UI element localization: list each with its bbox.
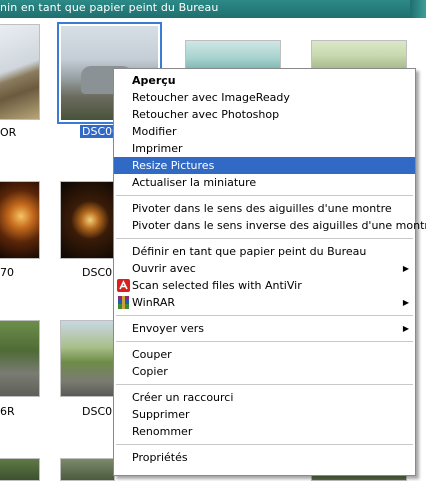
menu-item-proprietes[interactable]: Propriétés — [114, 449, 415, 466]
menu-separator — [116, 315, 413, 316]
submenu-arrow-icon: ▶ — [402, 324, 409, 333]
menu-item-scan-antivir[interactable]: Scan selected files with AntiVir — [114, 277, 415, 294]
taskband: nin en tant que papier peint du Bureau — [0, 0, 426, 18]
menu-separator — [116, 341, 413, 342]
submenu-arrow-icon: ▶ — [402, 264, 409, 273]
menu-item-copier[interactable]: Copier — [114, 363, 415, 380]
menu-item-retoucher-imageready[interactable]: Retoucher avec ImageReady — [114, 89, 415, 106]
menu-item-winrar[interactable]: WinRAR ▶ — [114, 294, 415, 311]
thumbnail-cliff[interactable] — [311, 40, 407, 70]
thumbnail-image — [186, 41, 280, 69]
thumbnail-image — [0, 321, 39, 396]
thumbnail-row4-2[interactable] — [60, 458, 115, 481]
thumbnail-fire[interactable] — [0, 181, 40, 259]
thumbnail-motorbike-left[interactable] — [0, 320, 40, 397]
menu-item-couper[interactable]: Couper — [114, 346, 415, 363]
menu-item-supprimer[interactable]: Supprimer — [114, 406, 415, 423]
winrar-icon — [117, 296, 130, 309]
thumbnail-image — [61, 459, 114, 480]
thumbnail-road[interactable] — [0, 24, 40, 120]
menu-item-creer-raccourci[interactable]: Créer un raccourci — [114, 389, 415, 406]
thumbnail-caption: 70 — [0, 266, 14, 279]
menu-item-actualiser-miniature[interactable]: Actualiser la miniature — [114, 174, 415, 191]
menu-item-resize-pictures[interactable]: Resize Pictures — [114, 157, 415, 174]
menu-item-definir-papier-peint[interactable]: Définir en tant que papier peint du Bure… — [114, 243, 415, 260]
menu-separator — [116, 238, 413, 239]
thumbnail-caption: OR — [0, 126, 17, 139]
menu-item-ouvrir-avec[interactable]: Ouvrir avec ▶ — [114, 260, 415, 277]
thumbnail-image — [0, 25, 39, 119]
menu-item-pivoter-horaire[interactable]: Pivoter dans le sens des aiguilles d'une… — [114, 200, 415, 217]
menu-item-retoucher-photoshop[interactable]: Retoucher avec Photoshop — [114, 106, 415, 123]
thumbnail-image — [61, 182, 114, 258]
thumbnail-image — [0, 182, 39, 258]
thumbnail-image — [312, 41, 406, 69]
thumbnail-coast[interactable] — [185, 40, 281, 70]
menu-separator — [116, 384, 413, 385]
thumbnail-row4-1[interactable] — [0, 458, 40, 481]
menu-item-imprimer[interactable]: Imprimer — [114, 140, 415, 157]
antivir-icon — [117, 279, 130, 292]
thumbnail-fireworks[interactable] — [60, 181, 115, 259]
submenu-arrow-icon: ▶ — [402, 298, 409, 307]
taskband-edge — [410, 0, 426, 18]
thumbnail-caption: 6R — [0, 405, 15, 418]
thumbnail-image — [61, 321, 114, 396]
taskband-text: nin en tant que papier peint du Bureau — [0, 1, 219, 14]
menu-item-renommer[interactable]: Renommer — [114, 423, 415, 440]
menu-separator — [116, 195, 413, 196]
menu-item-pivoter-antihoraire[interactable]: Pivoter dans le sens inverse des aiguill… — [114, 217, 426, 234]
context-menu: Aperçu Retoucher avec ImageReady Retouch… — [113, 68, 426, 476]
thumbnail-image — [0, 459, 39, 480]
menu-item-modifier[interactable]: Modifier — [114, 123, 415, 140]
menu-item-envoyer-vers[interactable]: Envoyer vers ▶ — [114, 320, 415, 337]
thumbnail-motorbike[interactable] — [60, 320, 115, 397]
menu-separator — [116, 444, 413, 445]
menu-item-apercu[interactable]: Aperçu — [114, 72, 415, 89]
